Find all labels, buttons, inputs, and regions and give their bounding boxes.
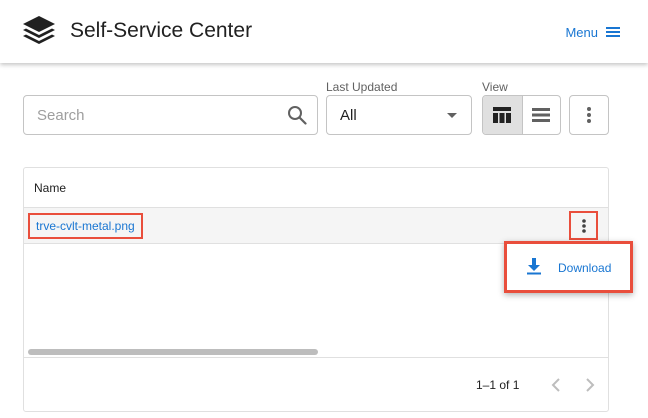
app-title: Self-Service Center [70,19,253,42]
list-view-icon [532,108,551,122]
file-name-link[interactable]: trve-cvlt-metal.png [28,213,143,239]
more-vertical-icon [587,107,591,123]
scrollbar-thumb[interactable] [28,349,318,355]
last-updated-label: Last Updated [326,80,398,94]
last-updated-select[interactable]: All [326,95,472,135]
view-label: View [482,80,508,94]
table-header: Name [24,168,608,208]
download-label: Download [558,261,612,275]
layers-stack-icon [23,16,55,44]
menu-button[interactable]: Menu [565,22,620,42]
caret-down-icon [447,113,457,118]
view-toggle [482,95,561,135]
hamburger-icon [606,27,620,37]
chevron-left-icon [551,378,560,392]
app-header: Self-Service Center Menu [0,0,648,63]
search-field[interactable] [23,95,318,135]
menu-label: Menu [565,24,598,40]
column-header-name[interactable]: Name [34,181,66,195]
row-context-menu: Download [504,241,633,293]
download-menu-item[interactable]: Download [507,244,630,290]
previous-page-button[interactable] [545,374,567,396]
grid-view-icon [493,107,512,123]
next-page-button[interactable] [579,374,601,396]
grid-view-button[interactable] [483,96,522,134]
horizontal-scrollbar[interactable] [24,346,608,358]
row-more-button[interactable] [569,211,598,240]
search-icon[interactable] [287,105,307,125]
more-vertical-icon [581,218,586,233]
table-row[interactable]: trve-cvlt-metal.png [24,208,608,244]
download-icon [527,258,541,275]
chevron-right-icon [586,378,595,392]
last-updated-value: All [340,107,357,124]
more-options-button[interactable] [569,95,609,135]
pagination-info: 1–1 of 1 [476,378,520,392]
search-input[interactable] [24,96,279,134]
list-view-button[interactable] [521,96,561,134]
